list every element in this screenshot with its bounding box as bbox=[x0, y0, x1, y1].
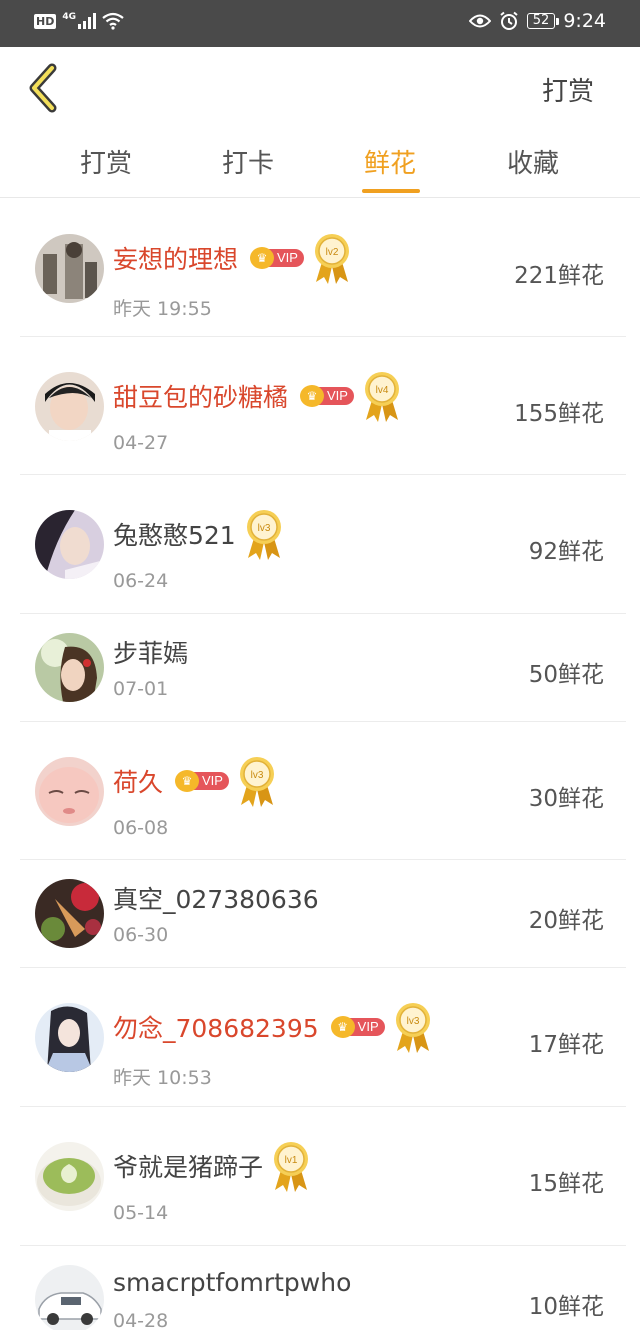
network-generation: 4G bbox=[62, 12, 76, 22]
clock: 9:24 bbox=[563, 10, 606, 32]
flower-count: 50鲜花 bbox=[528, 662, 604, 688]
status-left: HD 4G bbox=[34, 12, 124, 30]
alarm-icon bbox=[500, 11, 518, 30]
list-item[interactable]: 妄想的理想 ♛ VIP lv2 昨天 19:55 221鲜花 bbox=[20, 199, 626, 337]
eye-icon bbox=[468, 14, 491, 28]
flower-count: 17鲜花 bbox=[528, 1032, 604, 1058]
list-item[interactable]: 真空_027380636 06-30 20鲜花 bbox=[20, 860, 626, 968]
crown-icon: ♛ bbox=[175, 770, 200, 792]
vip-badge: ♛ VIP bbox=[250, 247, 304, 269]
timestamp: 05-14 bbox=[113, 1202, 169, 1224]
username[interactable]: 甜豆包的砂糖橘 bbox=[113, 378, 288, 414]
level-medal-icon: lv1 bbox=[274, 1142, 309, 1192]
username[interactable]: 荷久 bbox=[113, 763, 163, 799]
flower-count: 20鲜花 bbox=[528, 908, 604, 934]
level-medal-icon: lv2 bbox=[314, 234, 349, 284]
tab-reward[interactable]: 打赏 bbox=[46, 143, 166, 180]
vip-badge: ♛ VIP bbox=[300, 385, 354, 407]
active-tab-indicator bbox=[362, 189, 420, 193]
timestamp: 06-08 bbox=[113, 817, 169, 839]
timestamp: 07-01 bbox=[113, 678, 169, 700]
wifi-icon bbox=[102, 12, 124, 30]
svg-text:lv3: lv3 bbox=[406, 1016, 419, 1027]
svg-text:lv3: lv3 bbox=[251, 770, 264, 781]
level-medal-icon: lv3 bbox=[395, 1003, 430, 1053]
flower-count: 221鲜花 bbox=[514, 263, 604, 289]
avatar[interactable] bbox=[35, 1003, 104, 1072]
timestamp: 昨天 19:55 bbox=[113, 298, 212, 320]
vip-badge: ♛ VIP bbox=[175, 770, 229, 792]
avatar[interactable] bbox=[35, 757, 104, 826]
flower-count: 155鲜花 bbox=[514, 401, 604, 427]
avatar[interactable] bbox=[35, 633, 104, 702]
flower-count: 92鲜花 bbox=[528, 539, 604, 565]
svg-text:lv1: lv1 bbox=[285, 1155, 298, 1166]
avatar[interactable] bbox=[35, 234, 104, 303]
list-item[interactable]: smacrptfomrtpwho 04-28 10鲜花 bbox=[20, 1246, 626, 1330]
timestamp: 04-27 bbox=[113, 432, 169, 454]
list-item[interactable]: 爷就是猪蹄子 lv1 05-14 15鲜花 bbox=[20, 1107, 626, 1246]
avatar[interactable] bbox=[35, 1265, 104, 1330]
flower-count: 10鲜花 bbox=[528, 1294, 604, 1320]
timestamp: 昨天 10:53 bbox=[113, 1067, 212, 1089]
header: 打赏 bbox=[0, 47, 640, 127]
svg-text:lv3: lv3 bbox=[257, 523, 270, 534]
level-medal-icon: lv4 bbox=[364, 372, 399, 422]
battery-indicator: 52 bbox=[526, 13, 559, 29]
reward-button[interactable]: 打赏 bbox=[542, 71, 594, 108]
svg-text:lv2: lv2 bbox=[326, 247, 339, 258]
crown-icon: ♛ bbox=[250, 247, 275, 269]
level-medal-icon: lv3 bbox=[239, 757, 274, 807]
flower-count: 30鲜花 bbox=[528, 786, 604, 812]
username[interactable]: 勿念_708682395 bbox=[113, 1009, 319, 1045]
username[interactable]: 步菲嫣 bbox=[113, 634, 188, 670]
status-right: 52 9:24 bbox=[468, 10, 606, 32]
username[interactable]: 兔憨憨521 bbox=[113, 516, 236, 552]
back-arrow-icon[interactable] bbox=[22, 63, 62, 113]
username[interactable]: smacrptfomrtpwho bbox=[113, 1268, 351, 1297]
tab-favorites[interactable]: 收藏 bbox=[473, 143, 593, 180]
username[interactable]: 真空_027380636 bbox=[113, 880, 319, 916]
crown-icon: ♛ bbox=[300, 385, 325, 407]
tab-bar: 打赏 打卡 鲜花 收藏 bbox=[0, 127, 640, 198]
status-bar: HD 4G 52 9:24 bbox=[0, 0, 640, 47]
svg-text:lv4: lv4 bbox=[376, 385, 389, 396]
list-item[interactable]: 甜豆包的砂糖橘 ♛ VIP lv4 04-27 155鲜花 bbox=[20, 337, 626, 475]
hd-indicator: HD bbox=[34, 13, 57, 29]
list-item[interactable]: 勿念_708682395 ♛ VIP lv3 昨天 10:53 17鲜花 bbox=[20, 968, 626, 1107]
signal-icon bbox=[78, 13, 96, 29]
avatar[interactable] bbox=[35, 879, 104, 948]
list-item[interactable]: 步菲嫣 07-01 50鲜花 bbox=[20, 614, 626, 722]
username[interactable]: 妄想的理想 bbox=[113, 240, 238, 276]
avatar[interactable] bbox=[35, 372, 104, 441]
tab-flowers[interactable]: 鲜花 bbox=[330, 143, 450, 180]
username[interactable]: 爷就是猪蹄子 bbox=[113, 1148, 263, 1184]
timestamp: 06-24 bbox=[113, 570, 169, 592]
level-medal-icon: lv3 bbox=[246, 510, 281, 560]
avatar[interactable] bbox=[35, 510, 104, 579]
vip-badge: ♛ VIP bbox=[330, 1016, 385, 1038]
avatar[interactable] bbox=[35, 1142, 104, 1211]
timestamp: 04-28 bbox=[113, 1310, 169, 1330]
list-item[interactable]: 荷久 ♛ VIP lv3 06-08 30鲜花 bbox=[20, 722, 626, 860]
tab-checkin[interactable]: 打卡 bbox=[188, 143, 308, 180]
timestamp: 06-30 bbox=[113, 924, 169, 946]
list-item[interactable]: 兔憨憨521 lv3 06-24 92鲜花 bbox=[20, 475, 626, 614]
crown-icon: ♛ bbox=[330, 1016, 355, 1038]
flower-count: 15鲜花 bbox=[528, 1171, 604, 1197]
